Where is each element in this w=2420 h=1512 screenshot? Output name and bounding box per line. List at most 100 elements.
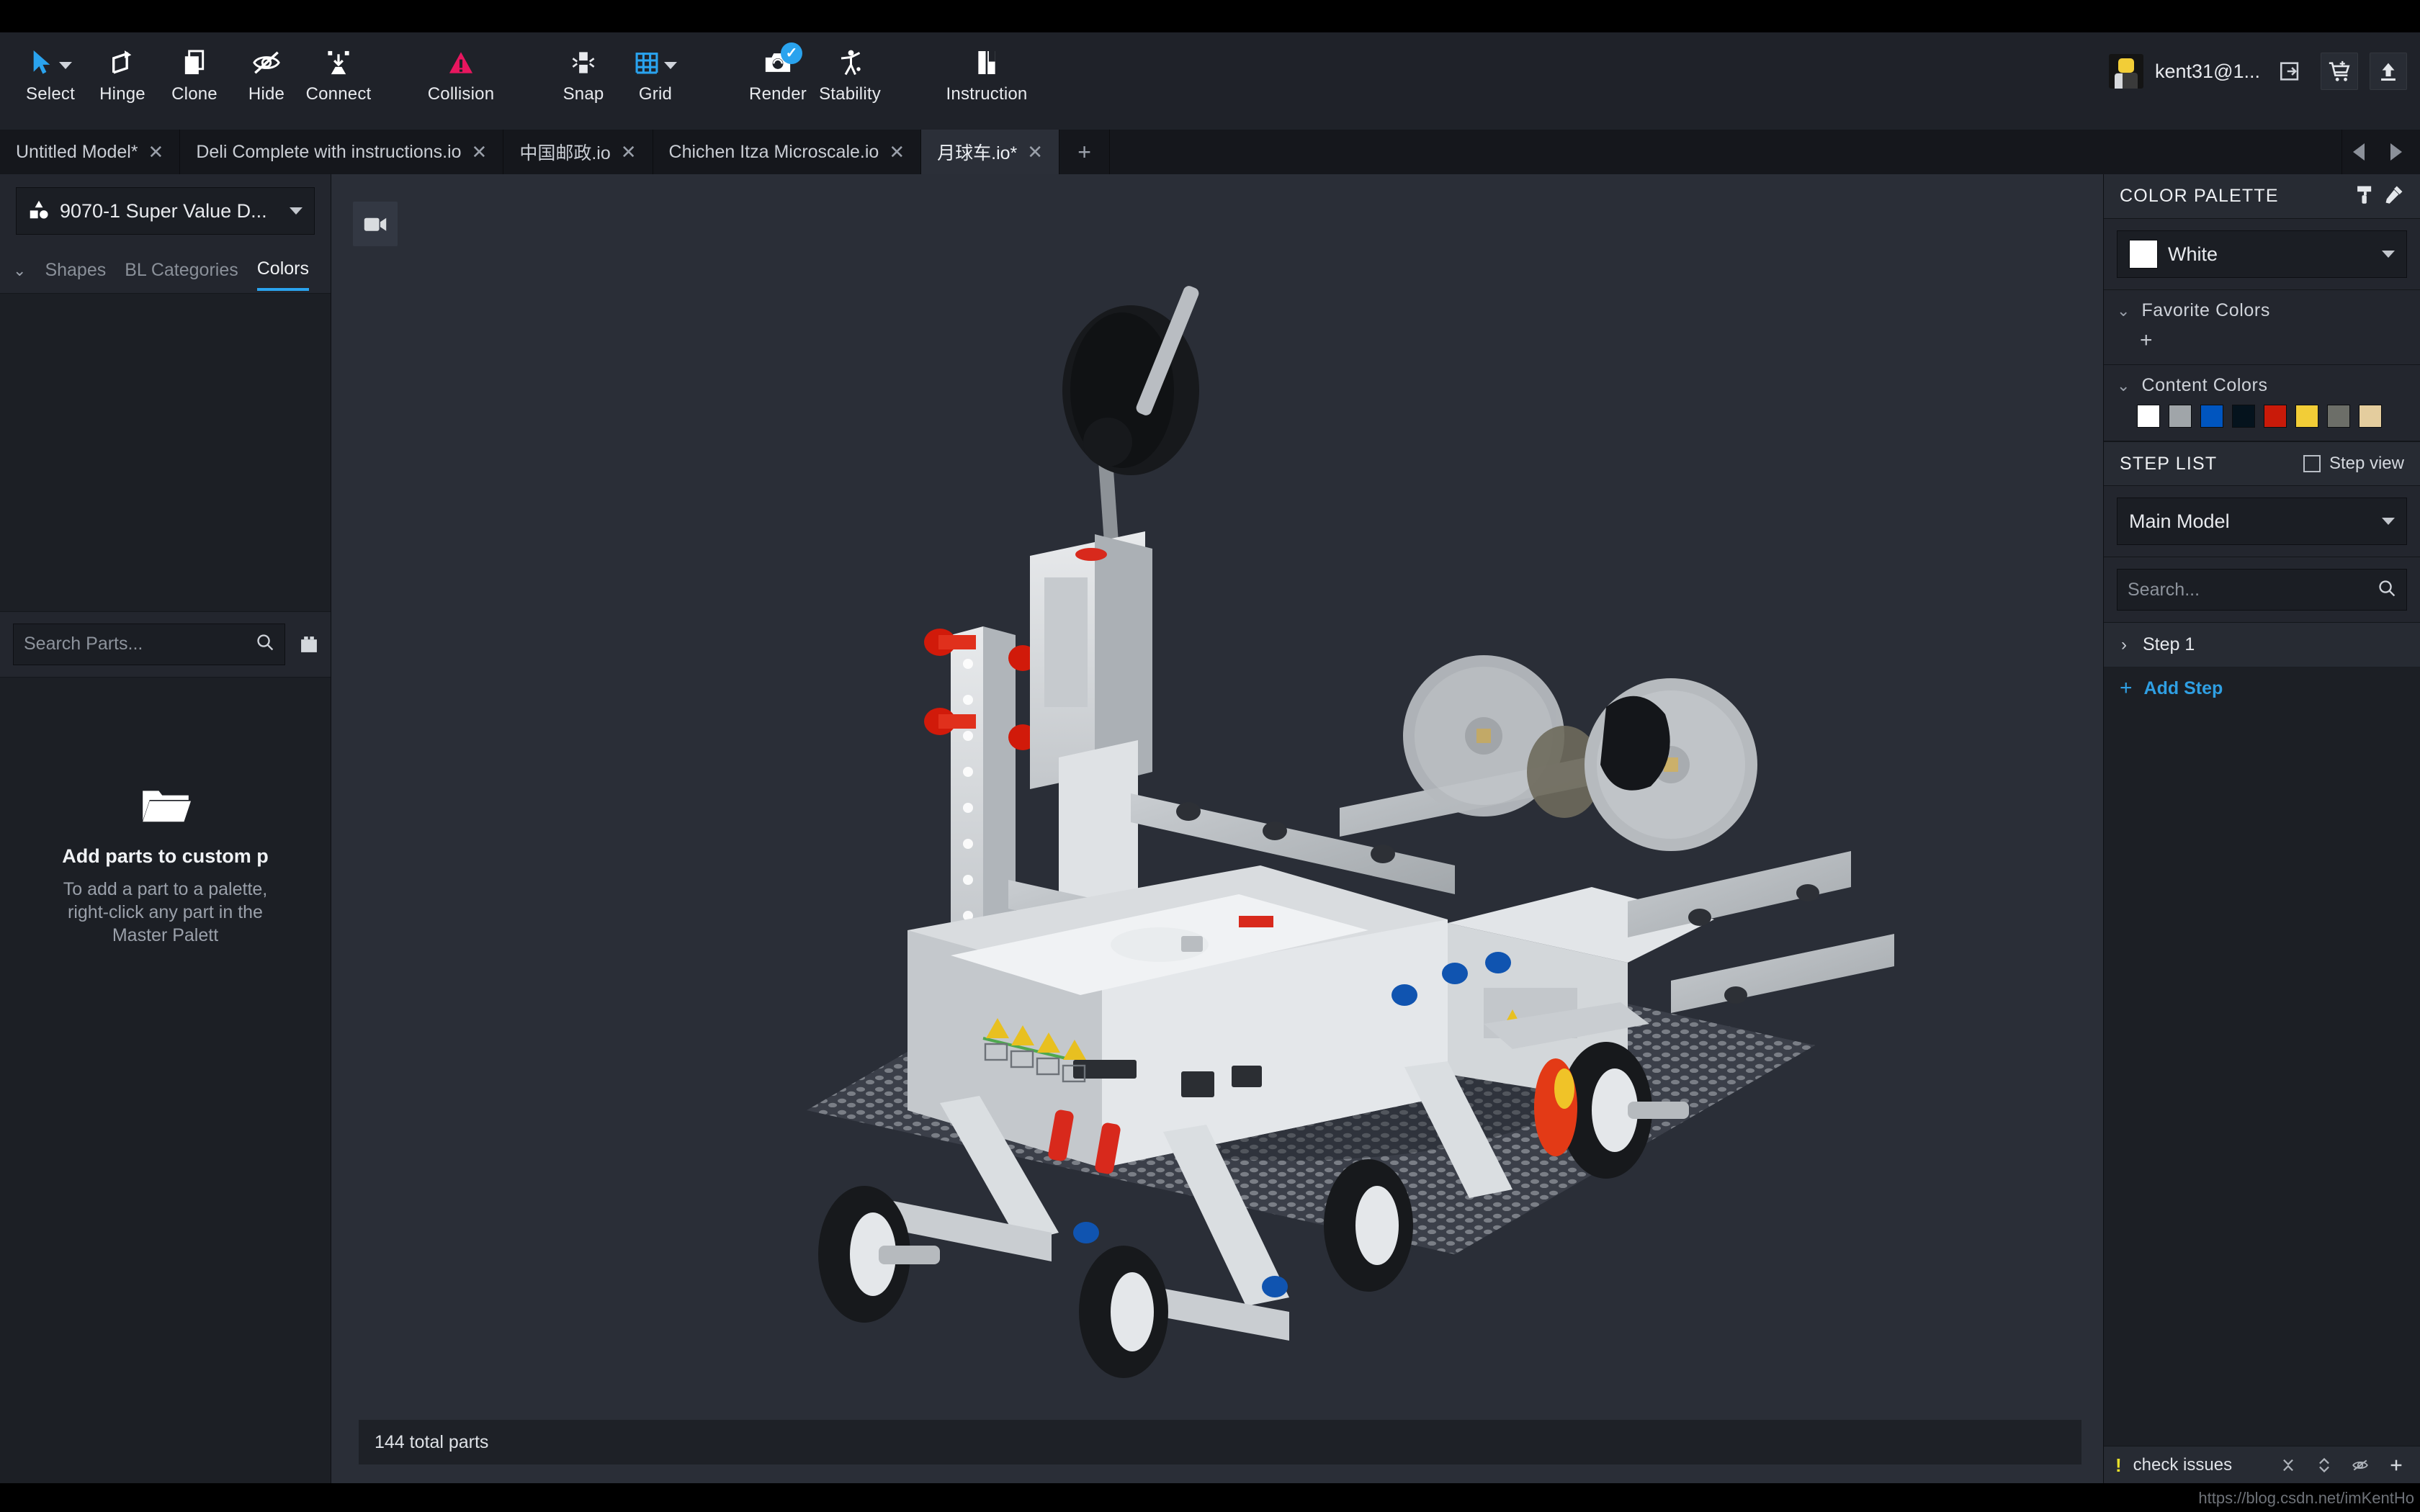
tool-snap[interactable]: Snap — [547, 32, 619, 104]
custom-palette-empty-state: Add parts to custom p To add a part to a… — [0, 676, 331, 1483]
left-panel: 9070-1 Super Value D... ⌄ Shapes BL Cate… — [0, 174, 353, 1483]
chevron-down-icon: ⌄ — [2117, 376, 2130, 395]
account-area: kent31@1... — [2109, 53, 2407, 90]
collapse-icon[interactable] — [2276, 1453, 2300, 1477]
viewport-status-bar: 144 total parts — [359, 1420, 2081, 1464]
new-tab-button[interactable]: + — [1059, 130, 1111, 174]
tab-chichen-itza[interactable]: Chichen Itza Microscale.io ✕ — [653, 130, 922, 174]
main-toolbar: Select Hinge Clone Hide Connect Collisio… — [0, 32, 2420, 130]
tool-connect[interactable]: Connect — [302, 32, 375, 104]
tab-label: Chichen Itza Microscale.io — [668, 141, 879, 162]
right-panel: COLOR PALETTE White ⌄ Favorite Colors + … — [2103, 174, 2420, 1483]
left-panel-tabs: ⌄ Shapes BL Categories Colors — [0, 248, 331, 294]
tool-hide[interactable]: Hide — [230, 32, 302, 104]
color-swatch[interactable] — [2137, 405, 2160, 428]
tool-hinge[interactable]: Hinge — [86, 32, 158, 104]
large-gears — [1403, 655, 1757, 851]
search-icon — [2378, 579, 2396, 601]
camera-icon[interactable] — [353, 202, 398, 246]
palette-select-value: 9070-1 Super Value D... — [60, 199, 267, 222]
tab-close-icon[interactable]: ✕ — [472, 143, 488, 161]
color-swatch[interactable] — [2200, 405, 2223, 428]
tab-shapes[interactable]: Shapes — [45, 251, 106, 289]
add-favorite-color-button[interactable]: + — [2117, 330, 2407, 351]
cart-icon[interactable] — [2321, 53, 2358, 90]
search-input[interactable] — [24, 634, 256, 655]
color-swatch[interactable] — [2169, 405, 2192, 428]
tab-close-icon[interactable]: ✕ — [889, 143, 905, 161]
chevron-right-icon[interactable] — [2380, 135, 2413, 168]
eye-slash-icon[interactable] — [2348, 1453, 2372, 1477]
tab-deli-complete[interactable]: Deli Complete with instructions.io ✕ — [180, 130, 504, 174]
window-bottom-strip — [0, 1483, 2420, 1512]
tab-colors[interactable]: Colors — [256, 250, 309, 291]
avatar[interactable] — [2109, 54, 2143, 89]
stability-figure-icon — [814, 44, 886, 81]
tab-close-icon[interactable]: ✕ — [1027, 143, 1043, 161]
tab-untitled-model[interactable]: Untitled Model* ✕ — [0, 130, 181, 174]
tool-hide-label: Hide — [248, 84, 285, 104]
tab-bl-categories[interactable]: BL Categories — [125, 251, 238, 289]
tool-hinge-label: Hinge — [99, 84, 145, 104]
favorite-colors-group: ⌄ Favorite Colors + — [2104, 290, 2420, 365]
collapse-chevron-icon[interactable]: ⌄ — [13, 261, 26, 280]
tab-close-icon[interactable]: ✕ — [148, 143, 164, 161]
tool-clone[interactable]: Clone — [158, 32, 230, 104]
color-swatch[interactable] — [2264, 405, 2287, 428]
workspace: 9070-1 Super Value D... ⌄ Shapes BL Cate… — [0, 174, 2420, 1483]
color-swatch[interactable] — [2232, 405, 2255, 428]
step-search-box[interactable] — [2117, 569, 2407, 611]
content-colors-group: ⌄ Content Colors — [2104, 365, 2420, 441]
chevron-left-icon[interactable] — [2342, 135, 2375, 168]
tool-instruction[interactable]: Instruction — [936, 32, 1037, 104]
tool-grid[interactable]: Grid — [619, 32, 691, 104]
tab-spacer — [1110, 130, 2341, 174]
folder-open-icon — [140, 786, 191, 829]
step-list-title: STEP LIST — [2120, 453, 2218, 474]
app-window: Select Hinge Clone Hide Connect Collisio… — [0, 0, 2420, 1512]
tab-china-post[interactable]: 中国邮政.io ✕ — [503, 130, 653, 174]
upper-motor-block — [1030, 531, 1152, 919]
step-view-checkbox[interactable] — [2303, 455, 2321, 472]
step-search-input[interactable] — [2128, 579, 2378, 600]
chevron-right-icon[interactable]: › — [2121, 635, 2127, 655]
content-colors-head[interactable]: ⌄ Content Colors — [2117, 375, 2407, 396]
vertical-beam — [951, 626, 1016, 946]
color-swatch[interactable] — [2295, 405, 2318, 428]
clone-copy-icon — [158, 44, 230, 81]
plus-icon[interactable] — [2384, 1453, 2408, 1477]
step-view-toggle[interactable]: Step view — [2303, 454, 2404, 474]
plus-icon: + — [2120, 676, 2133, 700]
paint-roller-icon[interactable] — [2354, 184, 2374, 208]
search-icon — [256, 633, 274, 655]
add-step-button[interactable]: + Add Step — [2104, 667, 2420, 709]
tool-collision[interactable]: Collision — [411, 32, 511, 104]
palette-select-row: 9070-1 Super Value D... — [0, 174, 331, 248]
logout-icon[interactable] — [2272, 53, 2309, 90]
3d-viewport[interactable]: 144 total parts — [331, 174, 2103, 1483]
grid-caret-icon[interactable] — [663, 62, 677, 69]
step-list-empty-area — [2104, 709, 2420, 1446]
step-list-item[interactable]: › Step 1 — [2104, 623, 2420, 667]
tool-select[interactable]: Select — [14, 32, 86, 104]
tool-render[interactable]: ✓ Render — [742, 32, 814, 104]
upload-icon[interactable] — [2370, 53, 2407, 90]
eyedropper-icon[interactable] — [2384, 184, 2404, 208]
color-swatch[interactable] — [2359, 405, 2382, 428]
chevron-down-icon — [290, 207, 302, 215]
palette-select[interactable]: 9070-1 Super Value D... — [16, 187, 315, 235]
favorite-colors-head[interactable]: ⌄ Favorite Colors — [2117, 300, 2407, 321]
parts-search-row — [0, 611, 353, 677]
color-swatch[interactable] — [2327, 405, 2350, 428]
select-caret-icon[interactable] — [58, 62, 72, 69]
brick-view-icon[interactable] — [298, 628, 320, 661]
viewport-canvas[interactable]: 144 total parts — [331, 174, 2103, 1483]
tab-moon-rover[interactable]: 月球车.io* ✕ — [921, 130, 1060, 174]
tab-close-icon[interactable]: ✕ — [621, 143, 637, 161]
model-select[interactable]: Main Model — [2117, 498, 2407, 545]
color-select[interactable]: White — [2117, 230, 2407, 278]
tool-stability[interactable]: Stability — [814, 32, 886, 104]
expand-vertical-icon[interactable] — [2312, 1453, 2336, 1477]
content-colors-title: Content Colors — [2141, 375, 2268, 395]
search-parts-box[interactable] — [13, 623, 285, 665]
